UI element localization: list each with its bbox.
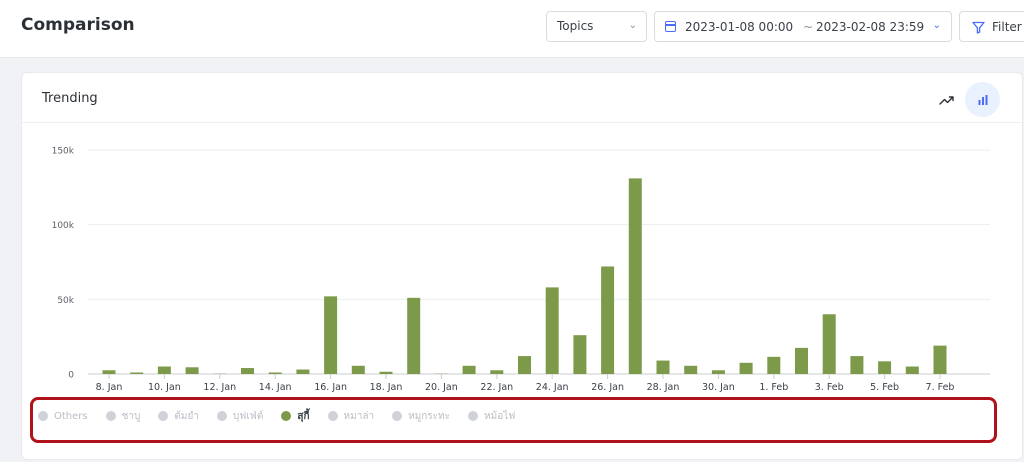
y-tick-label: 100k — [52, 221, 75, 231]
x-tick-label: 8. Jan — [96, 382, 123, 393]
y-tick-label: 150k — [52, 147, 75, 157]
x-tick-label: 20. Jan — [425, 382, 458, 393]
legend-highlight-box — [30, 397, 997, 443]
bar — [130, 372, 144, 374]
bar — [462, 365, 476, 374]
y-tick-label: 50k — [57, 296, 74, 306]
bar — [878, 361, 892, 374]
x-tick-label: 5. Feb — [870, 382, 899, 393]
bar — [351, 365, 365, 374]
bar — [573, 335, 587, 374]
x-tick-label: 26. Jan — [591, 382, 624, 393]
bar — [518, 356, 531, 374]
bar — [379, 371, 393, 374]
bar — [185, 367, 199, 374]
bar — [850, 356, 864, 374]
x-tick-label: 3. Feb — [815, 382, 844, 393]
bar — [407, 297, 421, 374]
bar — [684, 365, 698, 374]
bar — [795, 347, 808, 374]
bar — [767, 356, 781, 374]
bar — [545, 287, 559, 374]
x-tick-label: 30. Jan — [702, 382, 735, 393]
x-tick-label: 22. Jan — [480, 382, 513, 393]
bar — [324, 296, 338, 374]
x-tick-label: 16. Jan — [314, 382, 347, 393]
bar — [656, 360, 670, 374]
x-tick-label: 18. Jan — [370, 382, 403, 393]
bar — [933, 345, 947, 374]
bar — [241, 368, 254, 374]
bar — [102, 370, 116, 374]
x-tick-label: 12. Jan — [203, 382, 236, 393]
bar — [628, 178, 642, 374]
bar — [822, 314, 836, 374]
x-tick-label: 14. Jan — [259, 382, 292, 393]
bar — [905, 366, 919, 374]
x-tick-label: 10. Jan — [148, 382, 181, 393]
x-tick-label: 28. Jan — [647, 382, 680, 393]
bar — [296, 369, 310, 374]
bar — [739, 362, 753, 374]
x-tick-label: 1. Feb — [759, 382, 788, 393]
y-tick-label: 0 — [68, 371, 74, 381]
bar — [601, 266, 615, 374]
bar — [157, 366, 171, 374]
x-tick-label: 7. Feb — [926, 382, 955, 393]
trending-bar-chart: 0 50k 100k 150k 8. Jan 10. Jan 12. Jan 14. Jan 1… — [52, 147, 990, 393]
x-tick-label: 24. Jan — [536, 382, 569, 393]
bar — [268, 372, 282, 374]
bar — [490, 370, 504, 374]
bar — [711, 370, 725, 374]
